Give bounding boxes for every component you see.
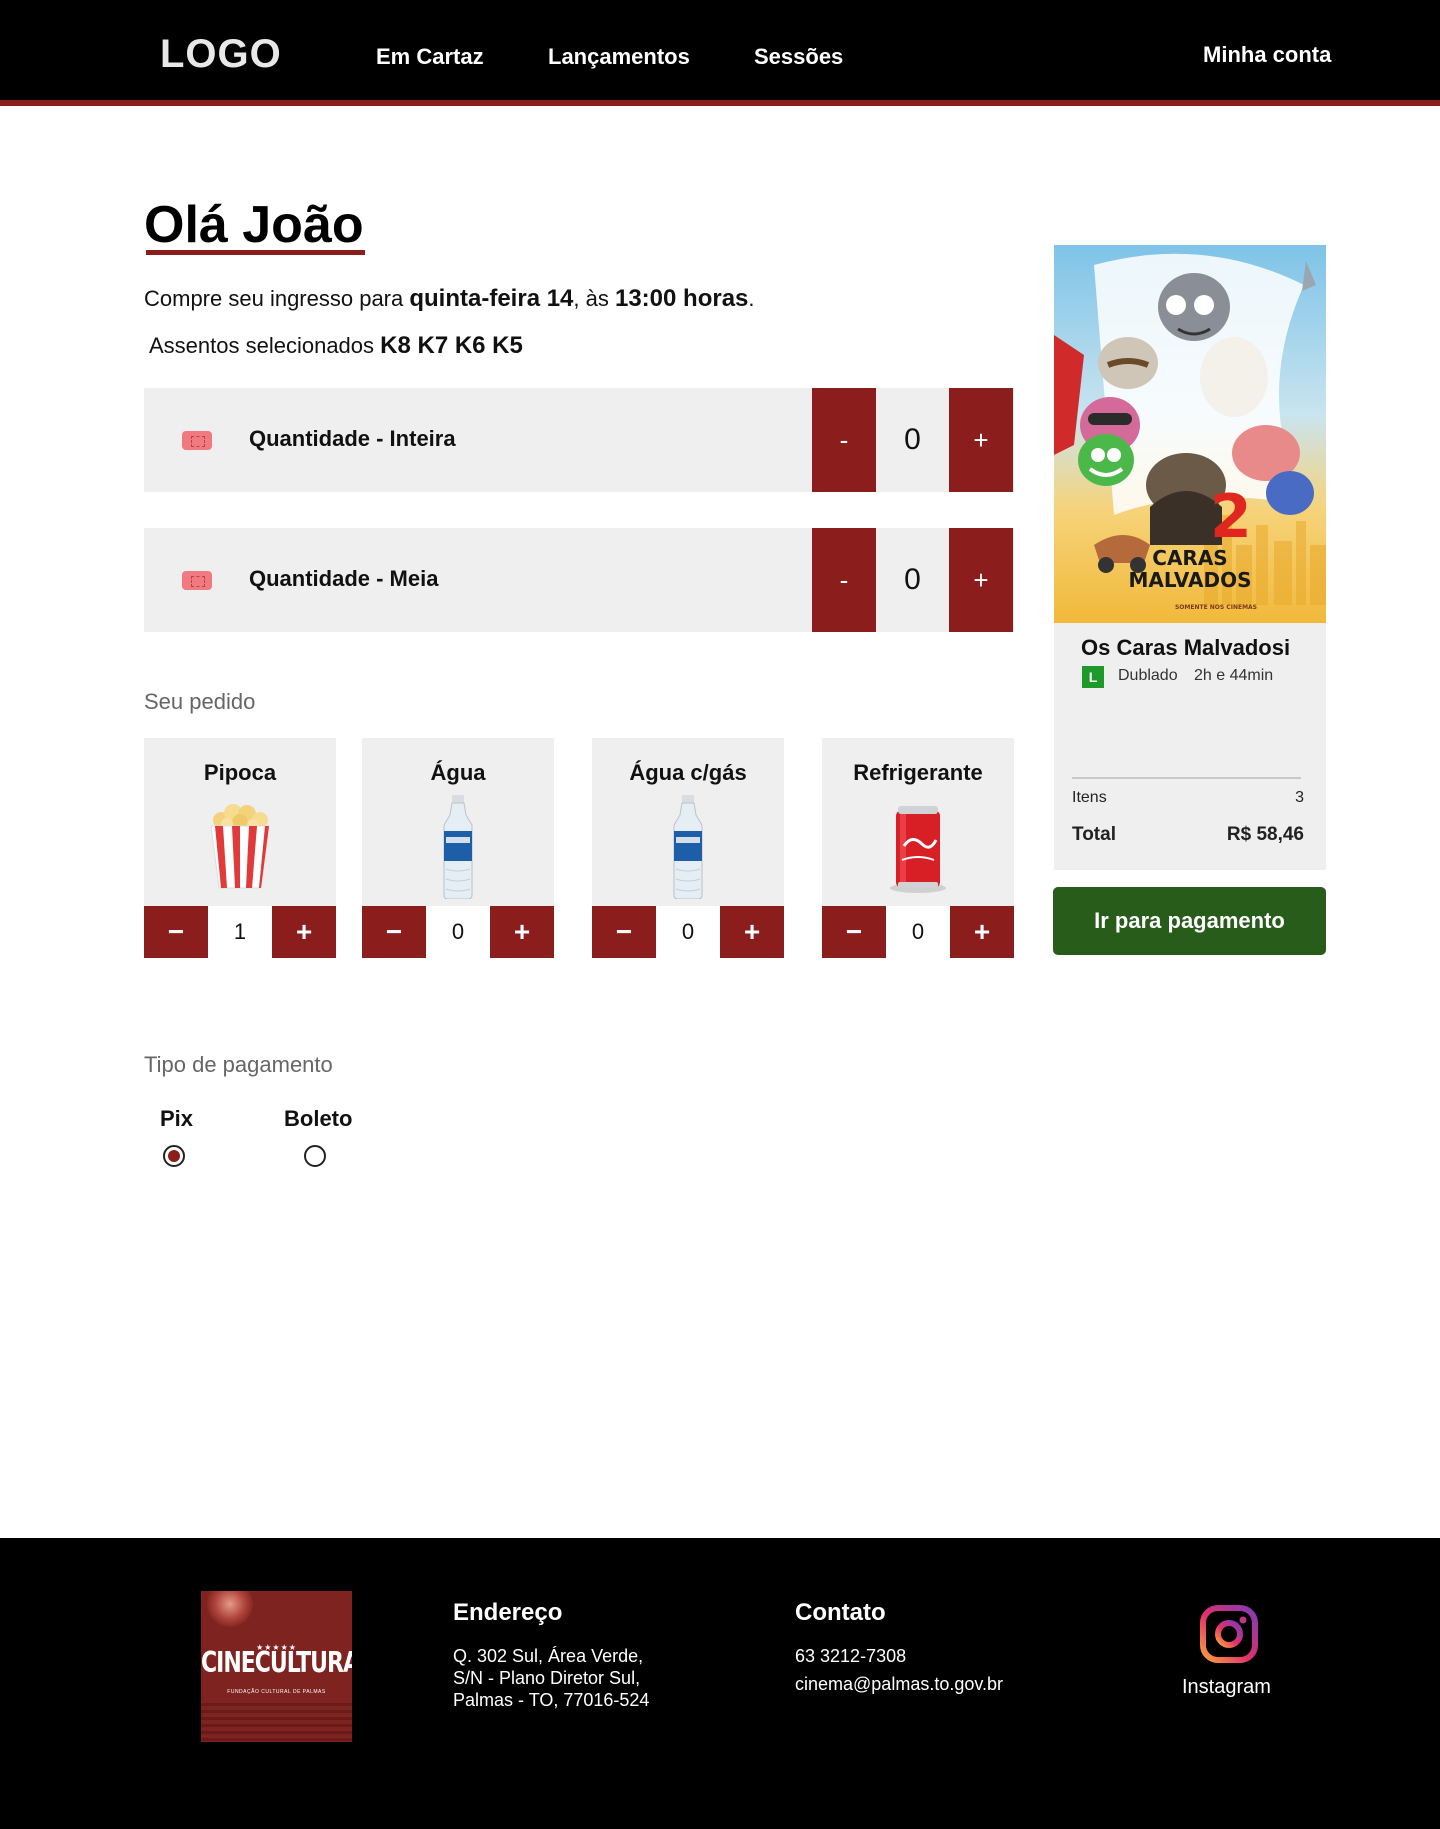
product-name: Água c/gás	[629, 760, 747, 785]
agua-gas-quantity: 0	[681, 919, 695, 944]
session-time: 13:00 horas	[614, 285, 749, 312]
product-card-agua-com-gas: Água c/gás − 0 +	[592, 738, 784, 958]
refrigerante-quantity: 0	[911, 919, 925, 944]
agua-increment-button[interactable]: +	[490, 906, 554, 958]
address-title: Endereço	[453, 1599, 563, 1626]
instagram-link[interactable]: Instagram	[1182, 1676, 1271, 1699]
product-card-pipoca: Pipoca − 1 +	[144, 738, 336, 958]
nav-em-cartaz[interactable]: Em Cartaz	[376, 44, 484, 70]
seats-list: K8 K7 K6 K5	[380, 332, 523, 359]
session-day: quinta-feira 14	[409, 285, 574, 312]
water-bottle-icon	[440, 795, 476, 904]
footer: ★★★★★ CINECULTURA FUNDAÇÃO CULTURAL DE P…	[0, 1538, 1440, 1829]
ticket-row-meia: Quantidade - Meia - 0 +	[144, 528, 1014, 632]
seats-label: Assentos selecionados	[149, 333, 381, 358]
soda-can-icon	[888, 804, 948, 899]
poster-title-line2: MALVADOS	[1129, 568, 1252, 592]
total-value: R$ 58,46	[1226, 824, 1304, 845]
product-panel: Refrigerante	[822, 738, 1014, 906]
inteira-decrement-button[interactable]: -	[812, 388, 876, 492]
ticket-label-meia: Quantidade - Meia	[249, 566, 439, 591]
product-card-agua: Água − 0 +	[362, 738, 554, 958]
popcorn-icon	[207, 800, 273, 895]
agua-quantity: 0	[451, 919, 465, 944]
address-line: Q. 302 Sul, Área Verde,	[453, 1646, 644, 1666]
refrigerante-increment-button[interactable]: +	[950, 906, 1014, 958]
inteira-quantity: 0	[904, 423, 921, 456]
total-label: Total	[1072, 824, 1116, 845]
contact-email[interactable]: cinema@palmas.to.gov.br	[795, 1673, 1003, 1695]
cinecultura-logo: ★★★★★ CINECULTURA FUNDAÇÃO CULTURAL DE P…	[201, 1591, 352, 1742]
agua-decrement-button[interactable]: −	[362, 906, 426, 958]
instagram-icon[interactable]	[1199, 1604, 1259, 1664]
logo-light-decoration	[207, 1591, 253, 1627]
product-name: Água	[430, 760, 486, 785]
refrigerante-decrement-button[interactable]: −	[822, 906, 886, 958]
nav-lancamentos[interactable]: Lançamentos	[548, 44, 690, 70]
agua-gas-increment-button[interactable]: +	[720, 906, 784, 958]
contact-title: Contato	[795, 1599, 886, 1626]
product-name: Refrigerante	[853, 760, 983, 785]
payment-radio-pix[interactable]	[163, 1145, 185, 1167]
product-panel: Água	[362, 738, 554, 906]
movie-version: Dublado	[1118, 667, 1178, 684]
items-count: 3	[1295, 789, 1304, 806]
product-panel: Água c/gás	[592, 738, 784, 906]
water-bottle-icon	[670, 795, 706, 904]
address-line: S/N - Plano Diretor Sul,	[453, 1668, 641, 1688]
pipoca-quantity: 1	[233, 919, 247, 944]
ticket-icon	[182, 431, 212, 450]
pipoca-decrement-button[interactable]: −	[144, 906, 208, 958]
intro-suffix: .	[748, 286, 755, 311]
product-name: Pipoca	[203, 760, 277, 785]
address-line: Palmas - TO, 77016-524	[453, 1690, 650, 1710]
logo-subtitle: FUNDAÇÃO CULTURAL DE PALMAS	[227, 1689, 326, 1695]
product-panel: Pipoca	[144, 738, 336, 906]
poster-title-line1: CARAS	[1152, 546, 1227, 570]
age-rating-badge: L	[1082, 666, 1104, 688]
items-label: Itens	[1072, 789, 1107, 806]
intro-middle: , às	[573, 286, 615, 311]
intro-prefix: Compre seu ingresso para	[144, 286, 410, 311]
go-to-payment-button[interactable]: Ir para pagamento	[1053, 887, 1326, 955]
nav-sessoes[interactable]: Sessões	[754, 44, 843, 70]
my-account-link[interactable]: Minha conta	[1203, 42, 1331, 68]
movie-poster: 2 CARAS MALVADOS SOMENTE NOS CINEMAS	[1054, 245, 1326, 623]
ticket-icon	[182, 571, 212, 590]
meia-decrement-button[interactable]: -	[812, 528, 876, 632]
purchase-intro: Compre seu ingresso para quinta-feira 14…	[144, 285, 755, 313]
meia-quantity: 0	[904, 563, 921, 596]
ticket-label-inteira: Quantidade - Inteira	[249, 426, 456, 451]
movie-title: Os Caras Malvadosi	[1081, 635, 1291, 660]
pipoca-increment-button[interactable]: +	[272, 906, 336, 958]
meia-increment-button[interactable]: +	[949, 528, 1013, 632]
payment-option-label-pix: Pix	[160, 1106, 194, 1131]
summary-divider	[1072, 777, 1301, 779]
logo-brand-text: CINECULTURA	[201, 1647, 352, 1680]
logo-seats-decoration	[201, 1703, 352, 1742]
inteira-increment-button[interactable]: +	[949, 388, 1013, 492]
page-title: Olá João	[144, 196, 364, 254]
title-underline	[146, 250, 365, 255]
payment-radio-boleto[interactable]	[304, 1145, 326, 1167]
movie-duration: 2h e 44min	[1194, 667, 1274, 684]
order-section-title: Seu pedido	[144, 689, 256, 714]
contact-phone[interactable]: 63 3212-7308	[795, 1645, 906, 1667]
site-logo[interactable]: LOGO	[160, 32, 282, 77]
payment-option-label-boleto: Boleto	[284, 1106, 353, 1131]
selected-seats: Assentos selecionados K8 K7 K6 K5	[149, 332, 523, 360]
product-card-refrigerante: Refrigerante − 0 +	[822, 738, 1014, 958]
ticket-row-inteira: Quantidade - Inteira - 0 +	[144, 388, 1014, 492]
payment-section-title: Tipo de pagamento	[144, 1052, 333, 1077]
agua-gas-decrement-button[interactable]: −	[592, 906, 656, 958]
top-navbar: LOGO Em Cartaz Lançamentos Sessões Minha…	[0, 0, 1440, 106]
poster-tagline: SOMENTE NOS CINEMAS	[1175, 604, 1257, 611]
order-summary-card: 2 CARAS MALVADOS SOMENTE NOS CINEMAS Os …	[1054, 245, 1326, 870]
poster-sequel-number: 2	[1210, 482, 1252, 552]
